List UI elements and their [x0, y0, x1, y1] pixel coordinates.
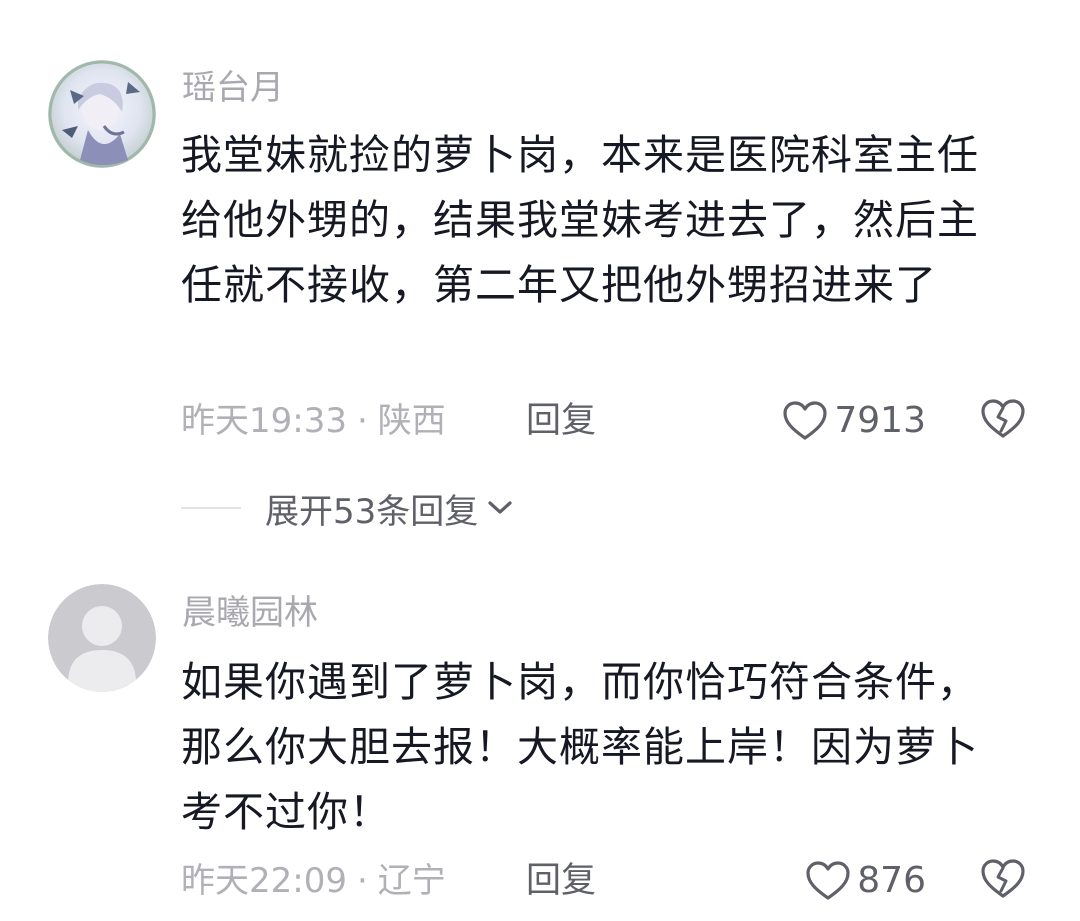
expand-replies-button[interactable]: 展开53条回复 — [265, 484, 514, 533]
reply-button[interactable]: 回复 — [526, 856, 596, 906]
comment-username[interactable]: 瑶台月 — [182, 71, 284, 105]
expand-replies-row: 展开53条回复 — [181, 484, 514, 533]
dislike-button[interactable] — [980, 396, 1026, 446]
separator-dot: · — [356, 401, 368, 441]
comment-timestamp: 昨天19:33 · 陕西 — [181, 396, 446, 446]
comment-meta-row: 昨天22:09 · 辽宁 回复 876 — [181, 856, 1026, 906]
comment-text: 如果你遇到了萝卜岗，而你恰巧符合条件，那么你大胆去报！大概率能上岸！因为萝卜考不… — [181, 658, 979, 836]
avatar[interactable] — [48, 584, 156, 692]
broken-heart-icon — [980, 858, 1026, 904]
reply-button[interactable]: 回复 — [526, 396, 596, 446]
heart-outline-icon — [782, 400, 828, 442]
separator-dot: · — [356, 861, 368, 901]
anime-avatar-image — [48, 60, 156, 168]
expand-replies-label: 展开53条回复 — [265, 491, 479, 532]
comment-timestamp: 昨天22:09 · 辽宁 — [181, 856, 446, 906]
like-button[interactable]: 7913 — [782, 396, 926, 446]
dislike-button[interactable] — [980, 856, 1026, 906]
avatar[interactable] — [48, 60, 156, 168]
comment-location: 辽宁 — [377, 861, 446, 901]
broken-heart-icon — [980, 398, 1026, 444]
like-count: 7913 — [834, 400, 926, 441]
chevron-down-icon — [488, 501, 512, 514]
comment-location: 陕西 — [377, 401, 446, 441]
like-button[interactable]: 876 — [805, 856, 926, 906]
comment-username[interactable]: 晨曦园林 — [182, 596, 318, 630]
comment-time: 昨天19:33 — [181, 401, 347, 441]
like-count: 876 — [857, 860, 926, 901]
comment-meta-row: 昨天19:33 · 陕西 回复 7913 — [181, 396, 1026, 446]
comment-time: 昨天22:09 — [181, 861, 347, 901]
default-user-avatar-icon — [48, 584, 156, 692]
comment-text: 我堂妹就捡的萝卜岗，本来是医院科室主任给他外甥的，结果我堂妹考进去了，然后主任就… — [181, 131, 979, 309]
divider-line — [181, 507, 241, 509]
heart-outline-icon — [805, 860, 851, 902]
